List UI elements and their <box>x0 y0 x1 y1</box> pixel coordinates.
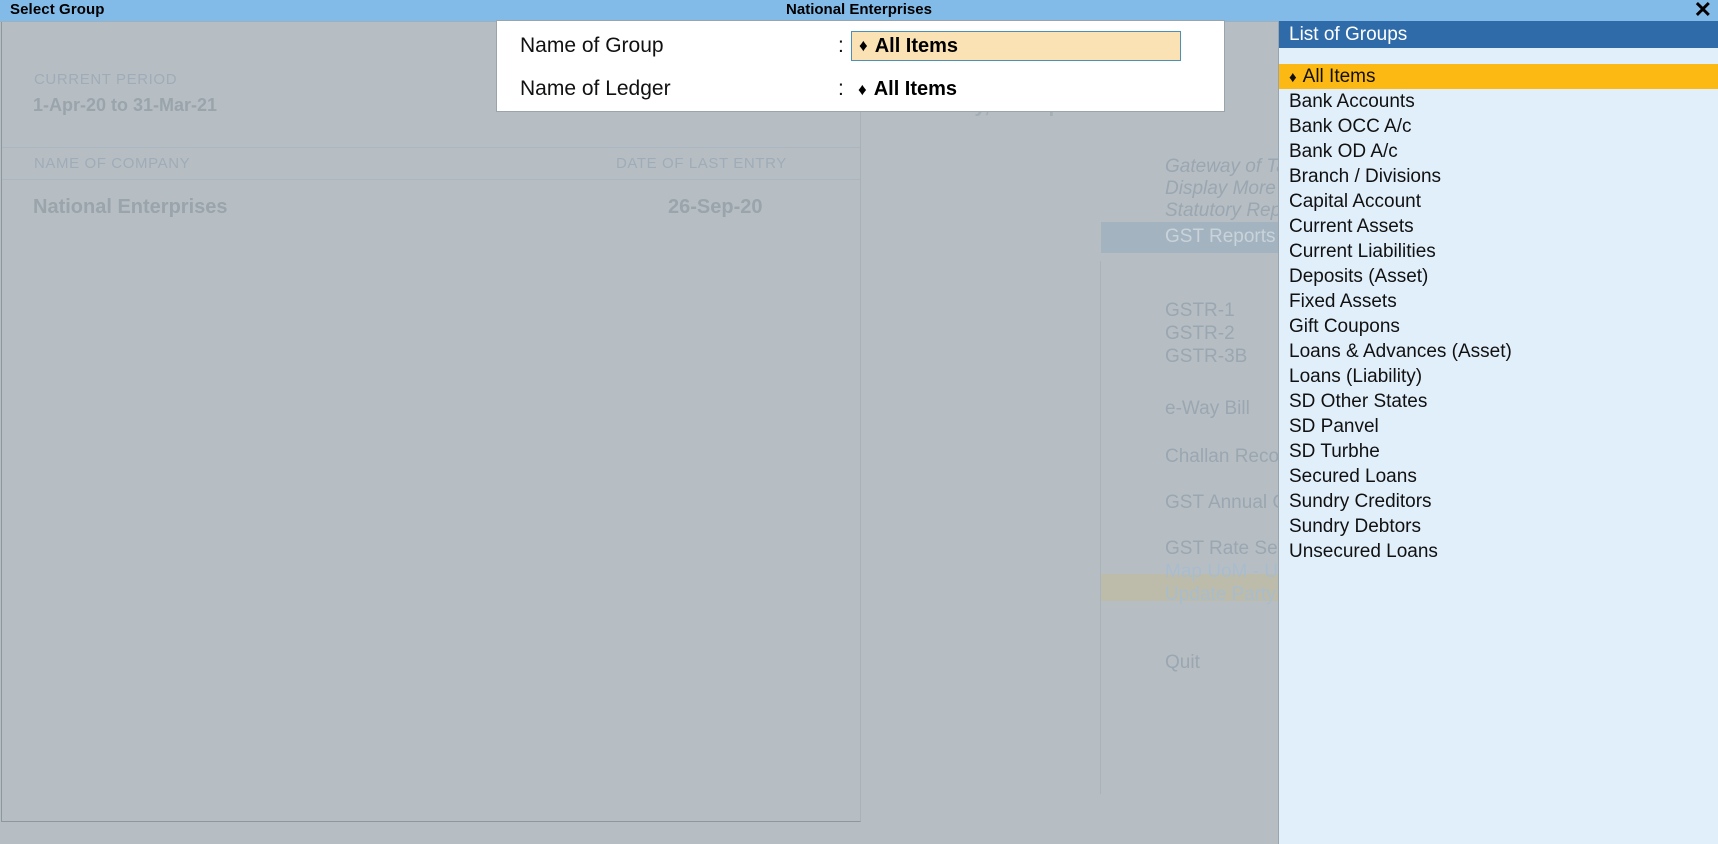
list-item-label: Unsecured Loans <box>1289 541 1438 562</box>
menu-item-quit[interactable]: Quit <box>1165 652 1200 674</box>
list-item[interactable]: Sundry Debtors <box>1279 514 1718 539</box>
window-title-center: National Enterprises <box>786 1 932 18</box>
list-item-label: Current Assets <box>1289 216 1414 237</box>
menu-item-gstr-2[interactable]: GSTR-2 <box>1165 323 1235 345</box>
list-item[interactable]: Bank OD A/c <box>1279 139 1718 164</box>
name-of-group-label: Name of Group <box>520 34 664 57</box>
list-of-groups-panel: List of Groups ♦ All Items Bank Accounts Ba… <box>1278 21 1718 844</box>
name-of-group-input[interactable]: ♦ All Items <box>851 31 1181 61</box>
list-item-label: Capital Account <box>1289 191 1422 212</box>
list-item-label: Loans (Liability) <box>1289 366 1423 387</box>
divider-top <box>2 147 860 148</box>
list-item-label: Sundry Debtors <box>1289 516 1422 537</box>
company-info-panel: CURRENT PERIOD 1-Apr-20 to 31-Mar-21 NAM… <box>1 21 861 822</box>
list-item-label: Bank OD A/c <box>1289 141 1398 162</box>
list-item-label: Bank Accounts <box>1289 91 1415 112</box>
close-icon[interactable]: ✕ <box>1694 0 1712 22</box>
current-period-value: 1-Apr-20 to 31-Mar-21 <box>33 95 218 115</box>
app-root: CURRENT PERIOD 1-Apr-20 to 31-Mar-21 NAM… <box>0 0 1718 844</box>
name-of-group-colon: : <box>838 34 844 57</box>
list-item-label: SD Turbhe <box>1289 441 1380 462</box>
title-bar: National Enterprises Select Group ✕ <box>0 0 1718 22</box>
list-item-label: All Items <box>1302 66 1376 87</box>
list-item-label: Secured Loans <box>1289 466 1417 487</box>
company-name-value: National Enterprises <box>33 196 228 218</box>
list-item[interactable]: Current Liabilities <box>1279 239 1718 264</box>
list-item[interactable]: Secured Loans <box>1279 464 1718 489</box>
select-group-dialog: Name of Group : ♦ All Items Name of Ledg… <box>496 20 1225 112</box>
list-item[interactable]: Fixed Assets <box>1279 289 1718 314</box>
diamond-icon: ♦ <box>1289 69 1297 86</box>
menu-item-eway-bill[interactable]: e-Way Bill <box>1165 398 1250 420</box>
date-of-last-entry-label: DATE OF LAST ENTRY <box>616 155 787 172</box>
name-of-ledger-value: All Items <box>873 77 958 100</box>
list-item-label: SD Other States <box>1289 391 1428 412</box>
menu-item-gst-reports[interactable]: GST Reports <box>1165 226 1276 248</box>
list-item-label: Gift Coupons <box>1289 316 1400 337</box>
name-of-company-label: NAME OF COMPANY <box>34 155 191 172</box>
name-of-group-value: All Items <box>874 34 959 57</box>
name-of-ledger-input[interactable]: ♦ All Items <box>858 78 957 101</box>
diamond-icon: ♦ <box>859 36 868 55</box>
list-item[interactable]: SD Panvel <box>1279 414 1718 439</box>
list-item[interactable]: Branch / Divisions <box>1279 164 1718 189</box>
list-item-label: Fixed Assets <box>1289 291 1397 312</box>
list-item-label: Current Liabilities <box>1289 241 1436 262</box>
list-item[interactable]: Loans (Liability) <box>1279 364 1718 389</box>
divider-bottom <box>2 179 860 180</box>
last-entry-date-value: 26-Sep-20 <box>668 196 763 218</box>
list-item[interactable]: ♦ All Items <box>1279 64 1718 89</box>
list-item-label: Bank OCC A/c <box>1289 116 1412 137</box>
diamond-icon: ♦ <box>858 79 867 99</box>
list-item-label: Sundry Creditors <box>1289 491 1432 512</box>
current-period-label: CURRENT PERIOD <box>34 71 178 88</box>
list-item-label: Deposits (Asset) <box>1289 266 1429 287</box>
window-title-left: Select Group <box>10 1 105 18</box>
name-of-ledger-label: Name of Ledger <box>520 77 671 100</box>
list-item-label: SD Panvel <box>1289 416 1379 437</box>
list-item[interactable]: Loans & Advances (Asset) <box>1279 339 1718 364</box>
list-of-groups-title: List of Groups <box>1279 21 1718 48</box>
menu-item-gstr-1[interactable]: GSTR-1 <box>1165 300 1235 322</box>
name-of-ledger-row: Name of Ledger : ♦ All Items <box>497 68 1224 110</box>
list-item[interactable]: Sundry Creditors <box>1279 489 1718 514</box>
list-item-label: Branch / Divisions <box>1289 166 1442 187</box>
list-item[interactable]: Unsecured Loans <box>1279 539 1718 564</box>
list-item[interactable]: Current Assets <box>1279 214 1718 239</box>
name-of-group-row: Name of Group : ♦ All Items <box>497 25 1224 67</box>
list-item[interactable]: Deposits (Asset) <box>1279 264 1718 289</box>
name-of-ledger-colon: : <box>838 77 844 100</box>
list-item[interactable]: SD Turbhe <box>1279 439 1718 464</box>
menu-item-gstr-3b[interactable]: GSTR-3B <box>1165 346 1247 368</box>
list-item[interactable]: Capital Account <box>1279 189 1718 214</box>
list-of-groups-items[interactable]: ♦ All Items Bank Accounts Bank OCC A/c Bank … <box>1279 64 1718 564</box>
list-item[interactable]: SD Other States <box>1279 389 1718 414</box>
list-item[interactable]: Bank Accounts <box>1279 89 1718 114</box>
list-item-label: Loans & Advances (Asset) <box>1289 341 1512 362</box>
list-item[interactable]: Bank OCC A/c <box>1279 114 1718 139</box>
list-item[interactable]: Gift Coupons <box>1279 314 1718 339</box>
